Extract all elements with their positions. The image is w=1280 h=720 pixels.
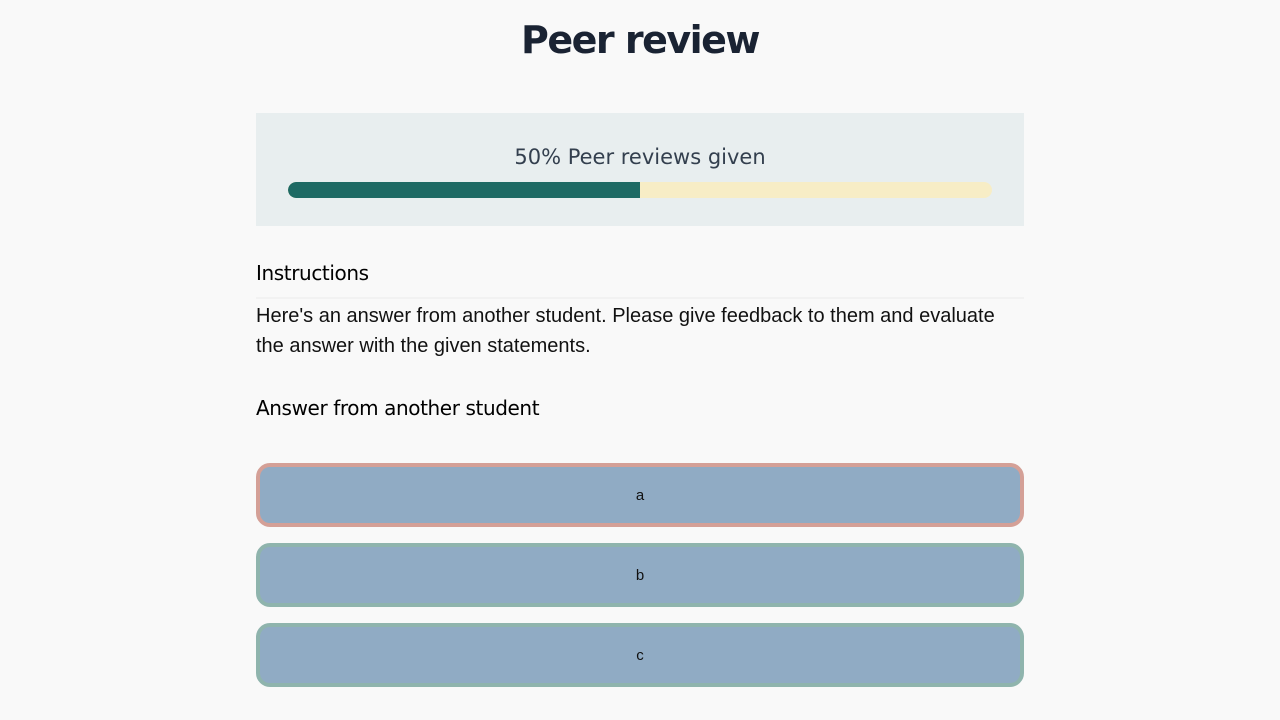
page-title: Peer review bbox=[520, 18, 761, 62]
answer-option-b[interactable]: b bbox=[256, 543, 1024, 607]
peer-review-content: 50% Peer reviews given Instructions Here… bbox=[256, 113, 1024, 703]
divider bbox=[256, 297, 1024, 299]
progress-panel: 50% Peer reviews given bbox=[256, 113, 1024, 226]
answer-option-label: c bbox=[636, 646, 644, 664]
progress-bar bbox=[288, 182, 992, 198]
answer-heading: Answer from another student bbox=[256, 396, 540, 420]
instructions-heading: Instructions bbox=[256, 261, 369, 285]
answer-option-label: a bbox=[635, 486, 645, 504]
answer-option-label: b bbox=[635, 566, 645, 584]
progress-label: 50% Peer reviews given bbox=[514, 145, 766, 169]
progress-bar-fill bbox=[288, 182, 640, 198]
answer-options: a b c bbox=[256, 463, 1024, 687]
answer-option-a[interactable]: a bbox=[256, 463, 1024, 527]
answer-option-c[interactable]: c bbox=[256, 623, 1024, 687]
instructions-text: Here's an answer from another student. P… bbox=[256, 305, 995, 357]
